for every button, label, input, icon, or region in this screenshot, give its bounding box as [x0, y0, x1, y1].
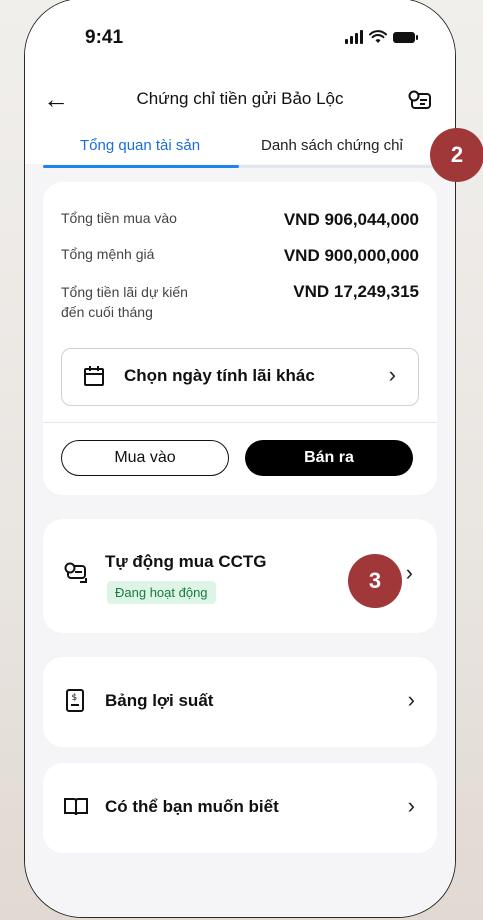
book-icon [64, 798, 88, 816]
app-screen: 9:41 ← Chứng chỉ tiền gửi Bảo Lộc Tổng q… [25, 0, 455, 917]
chevron-right-icon: › [405, 560, 413, 585]
step-badge-2: 2 [430, 128, 483, 182]
tab-certificate-list[interactable]: Danh sách chứng chỉ [261, 137, 403, 154]
auto-buy-title: Tự động mua CCTG [105, 552, 267, 571]
header: ← Chứng chỉ tiền gửi Bảo Lộc [25, 85, 455, 115]
active-tab-indicator [43, 165, 239, 168]
yield-table-label: Bảng lợi suất [105, 691, 214, 710]
faq-label: Có thể bạn muốn biết [105, 797, 279, 816]
yield-table-card[interactable]: $ Bảng lợi suất › [43, 657, 437, 747]
interest-label-line2: đến cuối tháng [61, 304, 153, 320]
faq-card[interactable]: Có thể bạn muốn biết › [43, 763, 437, 853]
summary-row-face-value: Tổng mệnh giá VND 900,000,000 [61, 246, 419, 265]
step-badge-3: 3 [348, 554, 402, 608]
calendar-icon [84, 366, 104, 386]
status-time: 9:41 [85, 27, 124, 48]
face-value-label: Tổng mệnh giá [61, 246, 155, 262]
asset-summary-card: Tổng tiền mua vào VND 906,044,000 Tổng m… [43, 182, 437, 495]
face-value-value: VND 900,000,000 [283, 246, 419, 265]
tab-asset-overview[interactable]: Tổng quan tài sản [80, 137, 200, 154]
chevron-right-icon: › [407, 687, 415, 712]
summary-row-purchase: Tổng tiền mua vào VND 906,044,000 [61, 210, 419, 229]
buy-button[interactable]: Mua vào [61, 440, 229, 476]
phone-frame: 9:41 ← Chứng chỉ tiền gửi Bảo Lộc Tổng q… [24, 0, 456, 918]
auto-buy-certificate-icon [64, 562, 87, 583]
divider [43, 422, 437, 423]
purchase-label: Tổng tiền mua vào [61, 210, 177, 226]
tab-bar: Tổng quan tài sản Danh sách chứng chỉ [25, 129, 455, 169]
battery-icon [393, 31, 418, 43]
purchase-value: VND 906,044,000 [283, 210, 419, 229]
status-badge: Đang hoạt động [107, 581, 216, 604]
status-icons [345, 30, 418, 44]
choose-date-label: Chọn ngày tính lãi khác [124, 366, 315, 385]
interest-value: VND 17,249,315 [293, 282, 419, 301]
page-title: Chứng chỉ tiền gửi Bảo Lộc [136, 89, 344, 108]
document-icon: $ [66, 689, 84, 712]
svg-text:$: $ [72, 693, 78, 703]
status-bar: 9:41 [25, 27, 455, 53]
sell-button[interactable]: Bán ra [245, 440, 413, 476]
summary-row-expected-interest: Tổng tiền lãi dự kiến đến cuối tháng VND… [61, 282, 419, 322]
wifi-icon [369, 30, 387, 43]
chevron-right-icon: › [407, 793, 415, 818]
choose-date-button[interactable]: Chọn ngày tính lãi khác › [61, 348, 419, 406]
chevron-right-icon: › [388, 362, 396, 387]
signal-icon [345, 30, 363, 44]
certificate-card-icon[interactable] [407, 89, 433, 111]
